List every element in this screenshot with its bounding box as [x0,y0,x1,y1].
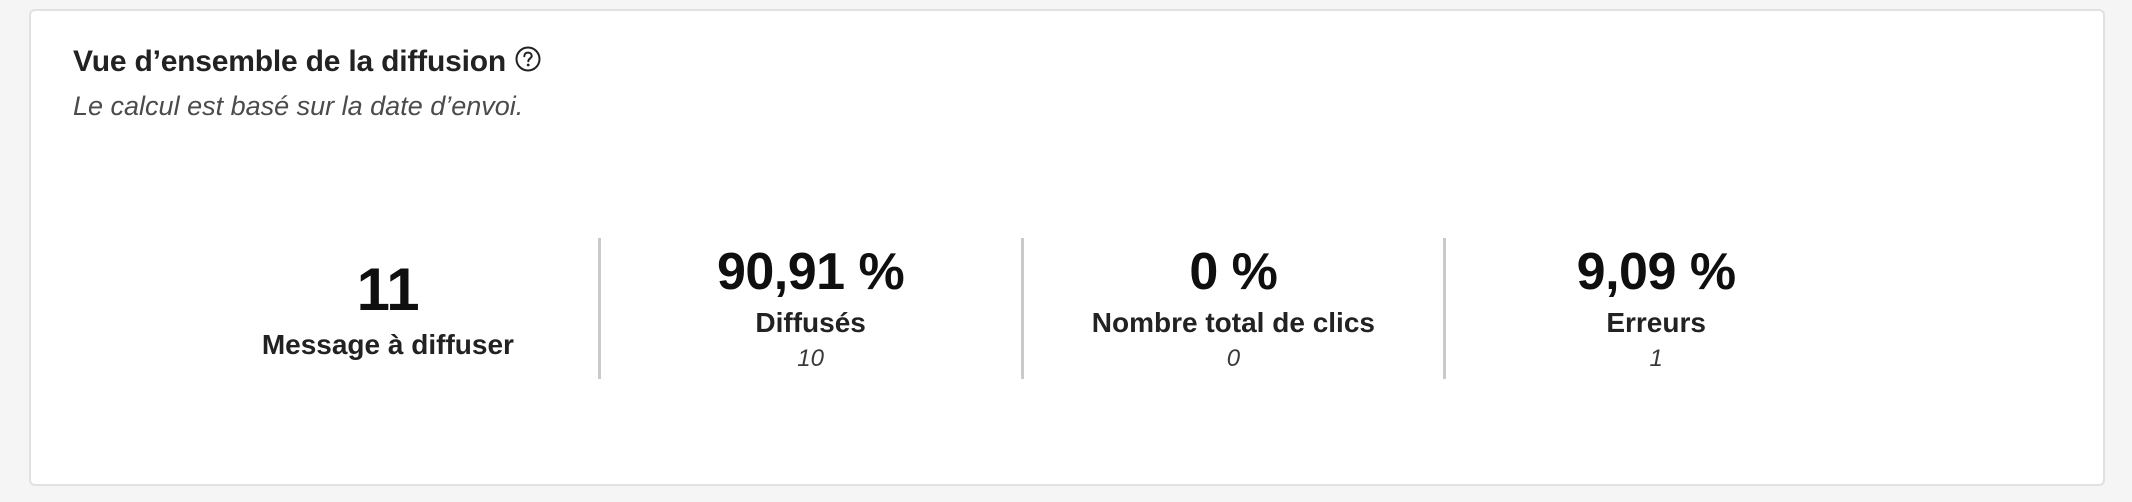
metrics-row: 11 Message à diffuser 90,91 % Diffusés 1… [178,238,1866,379]
title-row: Vue d’ensemble de la diffusion [73,45,542,79]
metric-label: Nombre total de clics [1091,307,1375,339]
card-title: Vue d’ensemble de la diffusion [73,45,506,78]
card-subtitle: Le calcul est basé sur la date d’envoi. [73,91,524,121]
metric-label: Message à diffuser [261,328,514,360]
metric-value: 0 % [1189,242,1278,301]
card-header: Vue d’ensemble de la diffusion Le calcul… [73,45,542,122]
metric-delivered: 90,91 % Diffusés 10 [597,238,1021,379]
metric-value: 11 [356,255,420,323]
metric-value: 9,09 % [1576,242,1736,301]
metric-label: Diffusés [755,307,866,339]
metric-count: 1 [1649,345,1663,373]
delivery-overview-card: Vue d’ensemble de la diffusion Le calcul… [29,9,2105,486]
metric-errors: 9,09 % Erreurs 1 [1443,238,1866,379]
help-circle-icon[interactable] [514,45,542,73]
metric-value: 90,91 % [716,242,905,301]
metric-label: Erreurs [1606,307,1706,339]
metric-count: 10 [797,345,824,373]
metric-total-clicks: 0 % Nombre total de clics 0 [1020,238,1444,379]
metric-count: 0 [1226,345,1241,373]
metric-messages-to-deliver: 11 Message à diffuser [178,238,598,379]
